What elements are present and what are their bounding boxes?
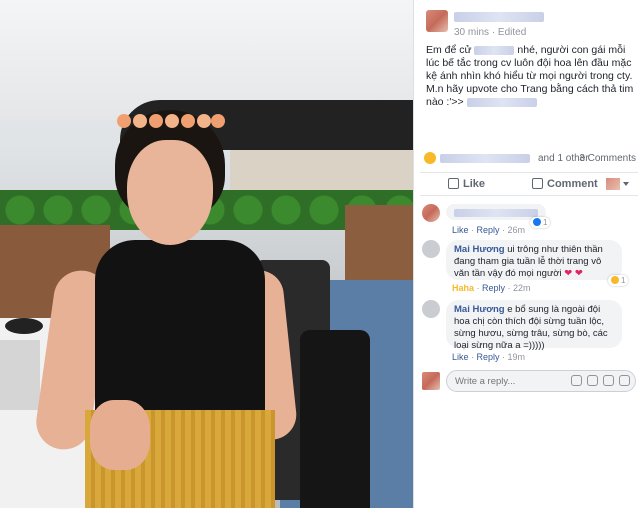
post-text-part1: Em để cử xyxy=(426,44,475,56)
comment-bubble: Mai Hương e bổ sung là ngoài đội hoa chị… xyxy=(446,300,622,351)
commenter-name[interactable]: Mai Hương xyxy=(454,244,505,255)
post-text: Em để cử nhé, người con gái mỗi lúc bế t… xyxy=(426,44,636,109)
comment-like-link[interactable]: Like xyxy=(452,352,469,362)
comment-reaction-count[interactable]: 1 xyxy=(608,275,629,286)
commenter-avatar[interactable] xyxy=(422,240,440,258)
comment-reply-link[interactable]: Reply xyxy=(477,352,500,362)
comments-count[interactable]: 3 Comments xyxy=(579,153,636,164)
post-as-selector[interactable] xyxy=(606,178,629,191)
author-avatar[interactable] xyxy=(426,10,448,32)
camera-icon[interactable] xyxy=(587,375,598,386)
photo-bag xyxy=(300,330,370,508)
photo-face xyxy=(127,140,213,245)
like-label: Like xyxy=(463,178,486,190)
post-header: 30 mins · Edited xyxy=(426,10,636,40)
comment-reply-link[interactable]: Reply xyxy=(477,225,500,235)
commenter-avatar[interactable] xyxy=(422,300,440,318)
comment-like-link[interactable]: Like xyxy=(452,225,469,235)
comment-meta: Like · Reply · 19m xyxy=(452,352,526,362)
photo-laptop xyxy=(0,340,40,410)
like-reaction-icon xyxy=(533,218,541,226)
comment-reaction-count[interactable]: 1 xyxy=(530,217,551,228)
commenter-avatar[interactable] xyxy=(422,204,440,222)
thumbs-up-icon xyxy=(448,178,459,189)
like-button[interactable]: Like xyxy=(448,178,485,190)
emoji-icon[interactable] xyxy=(571,375,582,386)
chevron-down-icon xyxy=(623,182,629,186)
comment-button[interactable]: Comment xyxy=(532,178,598,190)
photo-person xyxy=(32,110,299,508)
tagged-link-redacted[interactable] xyxy=(466,97,537,107)
haha-reaction-icon xyxy=(611,276,619,284)
comment-text-redacted xyxy=(454,209,538,218)
comment-reaction-number: 1 xyxy=(621,276,626,285)
comment-time[interactable]: 26m xyxy=(508,225,526,235)
tagged-name-redacted[interactable] xyxy=(474,45,515,55)
comment-reaction-number: 1 xyxy=(543,218,548,227)
comment-label: Comment xyxy=(547,178,598,190)
reply-composer xyxy=(422,370,636,392)
gif-icon[interactable] xyxy=(603,375,614,386)
own-avatar xyxy=(422,372,440,390)
comment-time[interactable]: 22m xyxy=(513,283,531,293)
reactor-names-redacted xyxy=(440,154,530,163)
post-panel: 30 mins · Edited Em để cử nhé, người con… xyxy=(413,0,640,508)
heart-emoji: ❤ ❤ xyxy=(564,268,583,279)
post-timestamp[interactable]: 30 mins xyxy=(454,27,489,38)
commenter-name[interactable]: Mai Hương xyxy=(454,304,505,315)
author-name-redacted[interactable] xyxy=(454,12,544,22)
photo-hands xyxy=(90,400,150,470)
post-photo[interactable] xyxy=(0,0,413,508)
haha-reaction-icon xyxy=(424,152,436,164)
comment-time[interactable]: 19m xyxy=(508,352,526,362)
comment-meta: Haha · Reply · 22m xyxy=(452,283,531,293)
flower-crown xyxy=(117,114,225,132)
reactions-summary[interactable]: and 1 other 3 Comments xyxy=(424,152,638,166)
comment-meta: Like · Reply · 26m xyxy=(452,225,526,235)
comment-bubble: Mai Hương ui trông như thiên thần đang t… xyxy=(446,240,622,280)
sticker-icon[interactable] xyxy=(619,375,630,386)
edited-label[interactable]: Edited xyxy=(498,27,526,38)
post-time: 30 mins · Edited xyxy=(454,27,527,38)
comment-haha-link[interactable]: Haha xyxy=(452,283,474,293)
page-avatar xyxy=(606,178,620,190)
comment-reply-link[interactable]: Reply xyxy=(482,283,505,293)
post-actions: Like Comment xyxy=(420,172,638,196)
comment-icon xyxy=(532,178,543,189)
reply-tools xyxy=(566,375,630,389)
